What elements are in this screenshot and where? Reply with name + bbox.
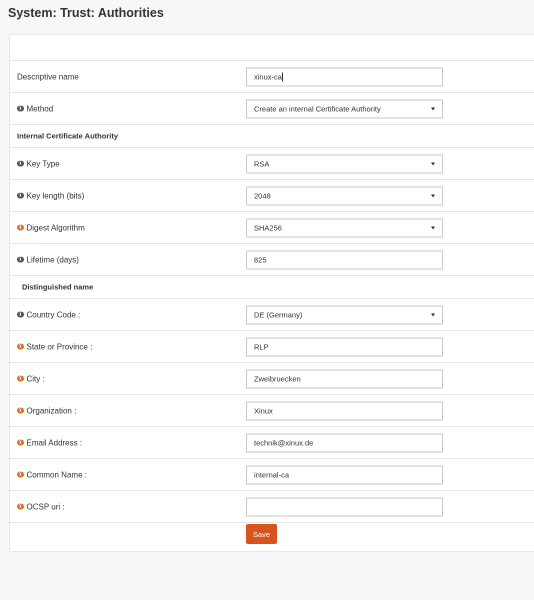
ocsp-input[interactable]: [246, 497, 443, 516]
common-name-label: Common Name :: [26, 470, 87, 479]
section-internal-ca: Internal Certificate Authority: [10, 125, 534, 148]
authority-form-panel: Descriptive name xinux-ca i Method Create…: [9, 34, 534, 552]
info-icon[interactable]: i: [17, 224, 24, 231]
descriptive-name-input[interactable]: xinux-ca: [246, 67, 443, 86]
row-common-name: i Common Name : internal-ca: [10, 459, 534, 491]
caret-down-icon: [431, 194, 435, 197]
row-state: i State or Province : RLP: [10, 331, 534, 363]
organization-label: Organization :: [26, 406, 77, 415]
lifetime-label: Lifetime (days): [26, 255, 79, 264]
form-top-spacer: [10, 35, 534, 61]
method-label: Method: [26, 104, 54, 113]
save-button[interactable]: Save: [246, 524, 277, 544]
city-input[interactable]: Zweibruecken: [246, 369, 443, 388]
digest-label: Digest Algorithm: [26, 223, 85, 232]
row-country: i Country Code : DE (Germany): [10, 299, 534, 331]
caret-down-icon: [431, 162, 435, 165]
state-label: State or Province :: [26, 342, 93, 351]
country-label: Country Code :: [26, 310, 81, 319]
row-email: i Email Address : technik@xinux.de: [10, 427, 534, 459]
row-organization: i Organization : Xinux: [10, 395, 534, 427]
page-title: System: Trust: Authorities: [8, 6, 164, 20]
section-title-internal-ca: Internal Certificate Authority: [17, 131, 118, 141]
key-type-select[interactable]: RSA: [246, 154, 443, 173]
email-input[interactable]: technik@xinux.de: [246, 433, 443, 452]
page-header: System: Trust: Authorities: [0, 0, 534, 30]
row-key-length: i Key length (bits) 2048: [10, 180, 534, 212]
info-icon[interactable]: i: [17, 311, 24, 318]
info-icon[interactable]: i: [17, 471, 24, 478]
row-key-type: i Key Type RSA: [10, 148, 534, 180]
common-name-input[interactable]: internal-ca: [246, 465, 443, 484]
key-length-label: Key length (bits): [26, 191, 85, 200]
info-icon[interactable]: i: [17, 343, 24, 350]
info-icon[interactable]: i: [17, 192, 24, 199]
info-icon[interactable]: i: [17, 407, 24, 414]
section-title-distinguished-name: Distinguished name: [22, 282, 94, 292]
info-icon[interactable]: i: [17, 503, 24, 510]
row-method: i Method Create an internal Certificate A…: [10, 93, 534, 125]
descriptive-name-label: Descriptive name: [17, 72, 79, 81]
info-icon[interactable]: i: [17, 375, 24, 382]
caret-down-icon: [431, 226, 435, 229]
info-icon[interactable]: i: [17, 256, 24, 263]
row-city: i City : Zweibruecken: [10, 363, 534, 395]
info-icon[interactable]: i: [17, 439, 24, 446]
ocsp-label: OCSP uri :: [26, 502, 65, 511]
row-digest: i Digest Algorithm SHA256: [10, 212, 534, 244]
info-icon[interactable]: i: [17, 160, 24, 167]
section-distinguished-name: Distinguished name: [10, 276, 534, 299]
row-descriptive-name: Descriptive name xinux-ca: [10, 61, 534, 93]
row-ocsp: i OCSP uri :: [10, 491, 534, 523]
info-icon[interactable]: i: [17, 105, 24, 112]
organization-input[interactable]: Xinux: [246, 401, 443, 420]
key-type-label: Key Type: [26, 159, 60, 168]
row-lifetime: i Lifetime (days) 825: [10, 244, 534, 276]
text-cursor: [281, 72, 283, 81]
caret-down-icon: [431, 313, 435, 316]
lifetime-input[interactable]: 825: [246, 250, 443, 269]
method-select[interactable]: Create an internal Certificate Authority: [246, 99, 443, 118]
city-label: City :: [26, 374, 45, 383]
state-input[interactable]: RLP: [246, 337, 443, 356]
key-length-select[interactable]: 2048: [246, 186, 443, 205]
caret-down-icon: [431, 107, 435, 110]
digest-select[interactable]: SHA256: [246, 218, 443, 237]
country-select[interactable]: DE (Germany): [246, 305, 443, 324]
email-label: Email Address :: [26, 438, 83, 447]
